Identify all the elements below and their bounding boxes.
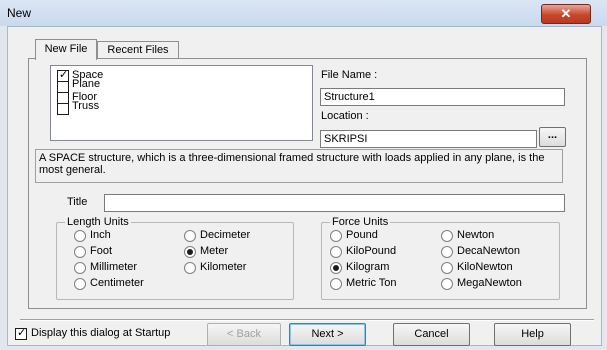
force-option-kilogram[interactable]: Kilogram (330, 261, 425, 274)
force-option-pound[interactable]: Pound (330, 229, 425, 242)
length-option-label: Kilometer (200, 261, 247, 273)
radio-selected-dot (187, 249, 193, 255)
force-option-label: Pound (346, 229, 378, 241)
force-option-metric-ton[interactable]: Metric Ton (330, 277, 425, 290)
structure-type-list: ✓ Space Plane Floor Truss (50, 65, 313, 141)
title-bar: New ✕ (0, 0, 607, 26)
location-label: Location : (321, 110, 369, 122)
force-option-label: KiloPound (346, 245, 397, 257)
force-option-decanewton[interactable]: DecaNewton (441, 245, 551, 258)
force-option-label: MegaNewton (457, 277, 522, 289)
length-option-kilometer[interactable]: Kilometer (184, 261, 274, 274)
truss-checkbox[interactable] (57, 103, 69, 115)
metric-ton-radio[interactable] (330, 278, 342, 290)
next-button[interactable]: Next > (289, 323, 366, 346)
length-option-label: Decimeter (200, 229, 251, 241)
force-units-title: Force Units (330, 216, 391, 228)
length-option-label: Foot (90, 245, 113, 257)
length-option-label: Meter (200, 245, 229, 257)
structure-item-truss[interactable]: Truss (57, 100, 257, 115)
title-input[interactable] (104, 194, 565, 212)
force-option-label: Kilogram (346, 261, 390, 273)
checkmark-icon: ✓ (17, 327, 27, 339)
force-units-group: Force Units Pound KiloPound Kilogram Met… (321, 216, 560, 300)
structure-item-label: Plane (72, 78, 101, 90)
length-option-inch[interactable]: Inch (74, 229, 164, 242)
pound-radio[interactable] (330, 230, 342, 242)
force-option-label: Newton (457, 229, 495, 241)
meganewton-radio[interactable] (441, 278, 453, 290)
length-units-group: Length Units Inch Foot Millimeter Centim… (56, 216, 294, 300)
inch-radio[interactable] (74, 230, 86, 242)
kilopound-radio[interactable] (330, 246, 342, 258)
file-name-input[interactable]: Structure1 (320, 88, 565, 106)
tab-new-file[interactable]: New File (35, 39, 97, 60)
footer-separator (20, 319, 594, 321)
window-title: New (7, 6, 32, 20)
length-option-decimeter[interactable]: Decimeter (184, 229, 274, 242)
centimeter-radio[interactable] (74, 278, 86, 290)
foot-radio[interactable] (74, 246, 86, 258)
structure-item-label: Truss (72, 100, 100, 112)
length-option-millimeter[interactable]: Millimeter (74, 261, 164, 274)
length-option-foot[interactable]: Foot (74, 245, 164, 258)
title-field-label: Title (67, 196, 88, 208)
decimeter-radio[interactable] (184, 230, 196, 242)
startup-option[interactable]: ✓ Display this dialog at Startup (15, 327, 205, 341)
back-button[interactable]: < Back (207, 323, 281, 346)
length-option-centimeter[interactable]: Centimeter (74, 277, 164, 290)
length-option-label: Centimeter (90, 277, 144, 289)
dialog-client-area: New File Recent Files ✓ Space Plane Floo… (7, 26, 602, 346)
newton-radio[interactable] (441, 230, 453, 242)
structure-description: A SPACE structure, which is a three-dime… (35, 149, 563, 183)
tab-recent-files-label: Recent Files (107, 44, 169, 56)
kilogram-radio[interactable] (330, 262, 342, 274)
force-option-label: KiloNewton (457, 261, 513, 273)
millimeter-radio[interactable] (74, 262, 86, 274)
file-name-label: File Name : (321, 69, 378, 81)
length-units-title: Length Units (65, 216, 131, 228)
force-option-newton[interactable]: Newton (441, 229, 551, 242)
force-option-label: DecaNewton (457, 245, 520, 257)
force-option-meganewton[interactable]: MegaNewton (441, 277, 551, 290)
new-dialog-window: New ✕ New File Recent Files ✓ Space Plan… (0, 0, 607, 350)
length-option-label: Inch (90, 229, 111, 241)
kilonewton-radio[interactable] (441, 262, 453, 274)
meter-radio[interactable] (184, 246, 196, 258)
decanewton-radio[interactable] (441, 246, 453, 258)
force-option-kilopound[interactable]: KiloPound (330, 245, 425, 258)
browse-button[interactable]: ... (539, 127, 566, 147)
help-button[interactable]: Help (494, 323, 571, 346)
force-option-label: Metric Ton (346, 277, 397, 289)
cancel-button[interactable]: Cancel (393, 323, 470, 346)
startup-checkbox[interactable]: ✓ (15, 327, 27, 340)
tab-recent-files[interactable]: Recent Files (97, 41, 179, 59)
close-icon: ✕ (560, 6, 572, 21)
kilometer-radio[interactable] (184, 262, 196, 274)
length-option-label: Millimeter (90, 261, 138, 273)
tab-new-file-label: New File (44, 43, 88, 55)
length-option-meter[interactable]: Meter (184, 245, 274, 258)
close-button[interactable]: ✕ (541, 4, 591, 24)
force-option-kilonewton[interactable]: KiloNewton (441, 261, 551, 274)
startup-label: Display this dialog at Startup (31, 327, 171, 339)
new-file-panel: ✓ Space Plane Floor Truss File Name : St… (28, 58, 587, 309)
location-input[interactable]: SKRIPSI (320, 130, 537, 148)
radio-selected-dot (333, 265, 339, 271)
